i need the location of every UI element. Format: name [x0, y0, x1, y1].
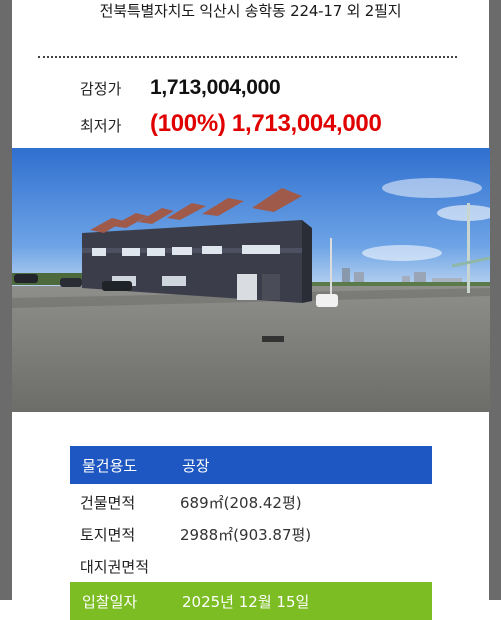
appraisal-price-row: 감정가 1,713,004,000	[80, 76, 281, 100]
building-area-label: 건물면적	[80, 493, 136, 512]
auction-date-value: 2025년 12월 15일	[182, 592, 310, 611]
property-address: 전북특별자치도 익산시 송학동 224-17 외 2필지	[99, 2, 402, 20]
minimum-price-row: 최저가 (100%) 1,713,004,000	[80, 110, 382, 138]
usage-value: 공장	[182, 456, 210, 475]
left-page-border	[0, 0, 12, 600]
minimum-label: 최저가	[80, 117, 122, 135]
property-details: 물건용도 공장 건물면적 689㎡(208.42평) 토지면적 2988㎡(90…	[70, 446, 432, 620]
building-area-row: 건물면적 689㎡(208.42평)	[70, 486, 432, 518]
auction-date-label: 입찰일자	[82, 592, 138, 611]
dotted-divider	[38, 56, 457, 58]
usage-label: 물건용도	[82, 456, 138, 475]
land-area-row: 토지면적 2988㎡(903.87평)	[70, 518, 432, 550]
warehouse-photo-image	[12, 148, 490, 412]
appraisal-value: 1,713,004,000	[150, 76, 281, 99]
land-area-value: 2988㎡(903.87평)	[180, 525, 312, 544]
minimum-value: (100%) 1,713,004,000	[150, 110, 382, 137]
right-page-border	[489, 0, 501, 600]
land-area-label: 토지면적	[80, 525, 136, 544]
auction-date-bar: 입찰일자 2025년 12월 15일	[70, 582, 432, 620]
property-photo	[12, 148, 490, 412]
building-area-value: 689㎡(208.42평)	[180, 493, 302, 512]
land-right-area-label: 대지권면적	[80, 557, 150, 576]
appraisal-label: 감정가	[80, 80, 122, 98]
land-right-area-row: 대지권면적	[70, 550, 432, 582]
usage-bar: 물건용도 공장	[70, 446, 432, 484]
